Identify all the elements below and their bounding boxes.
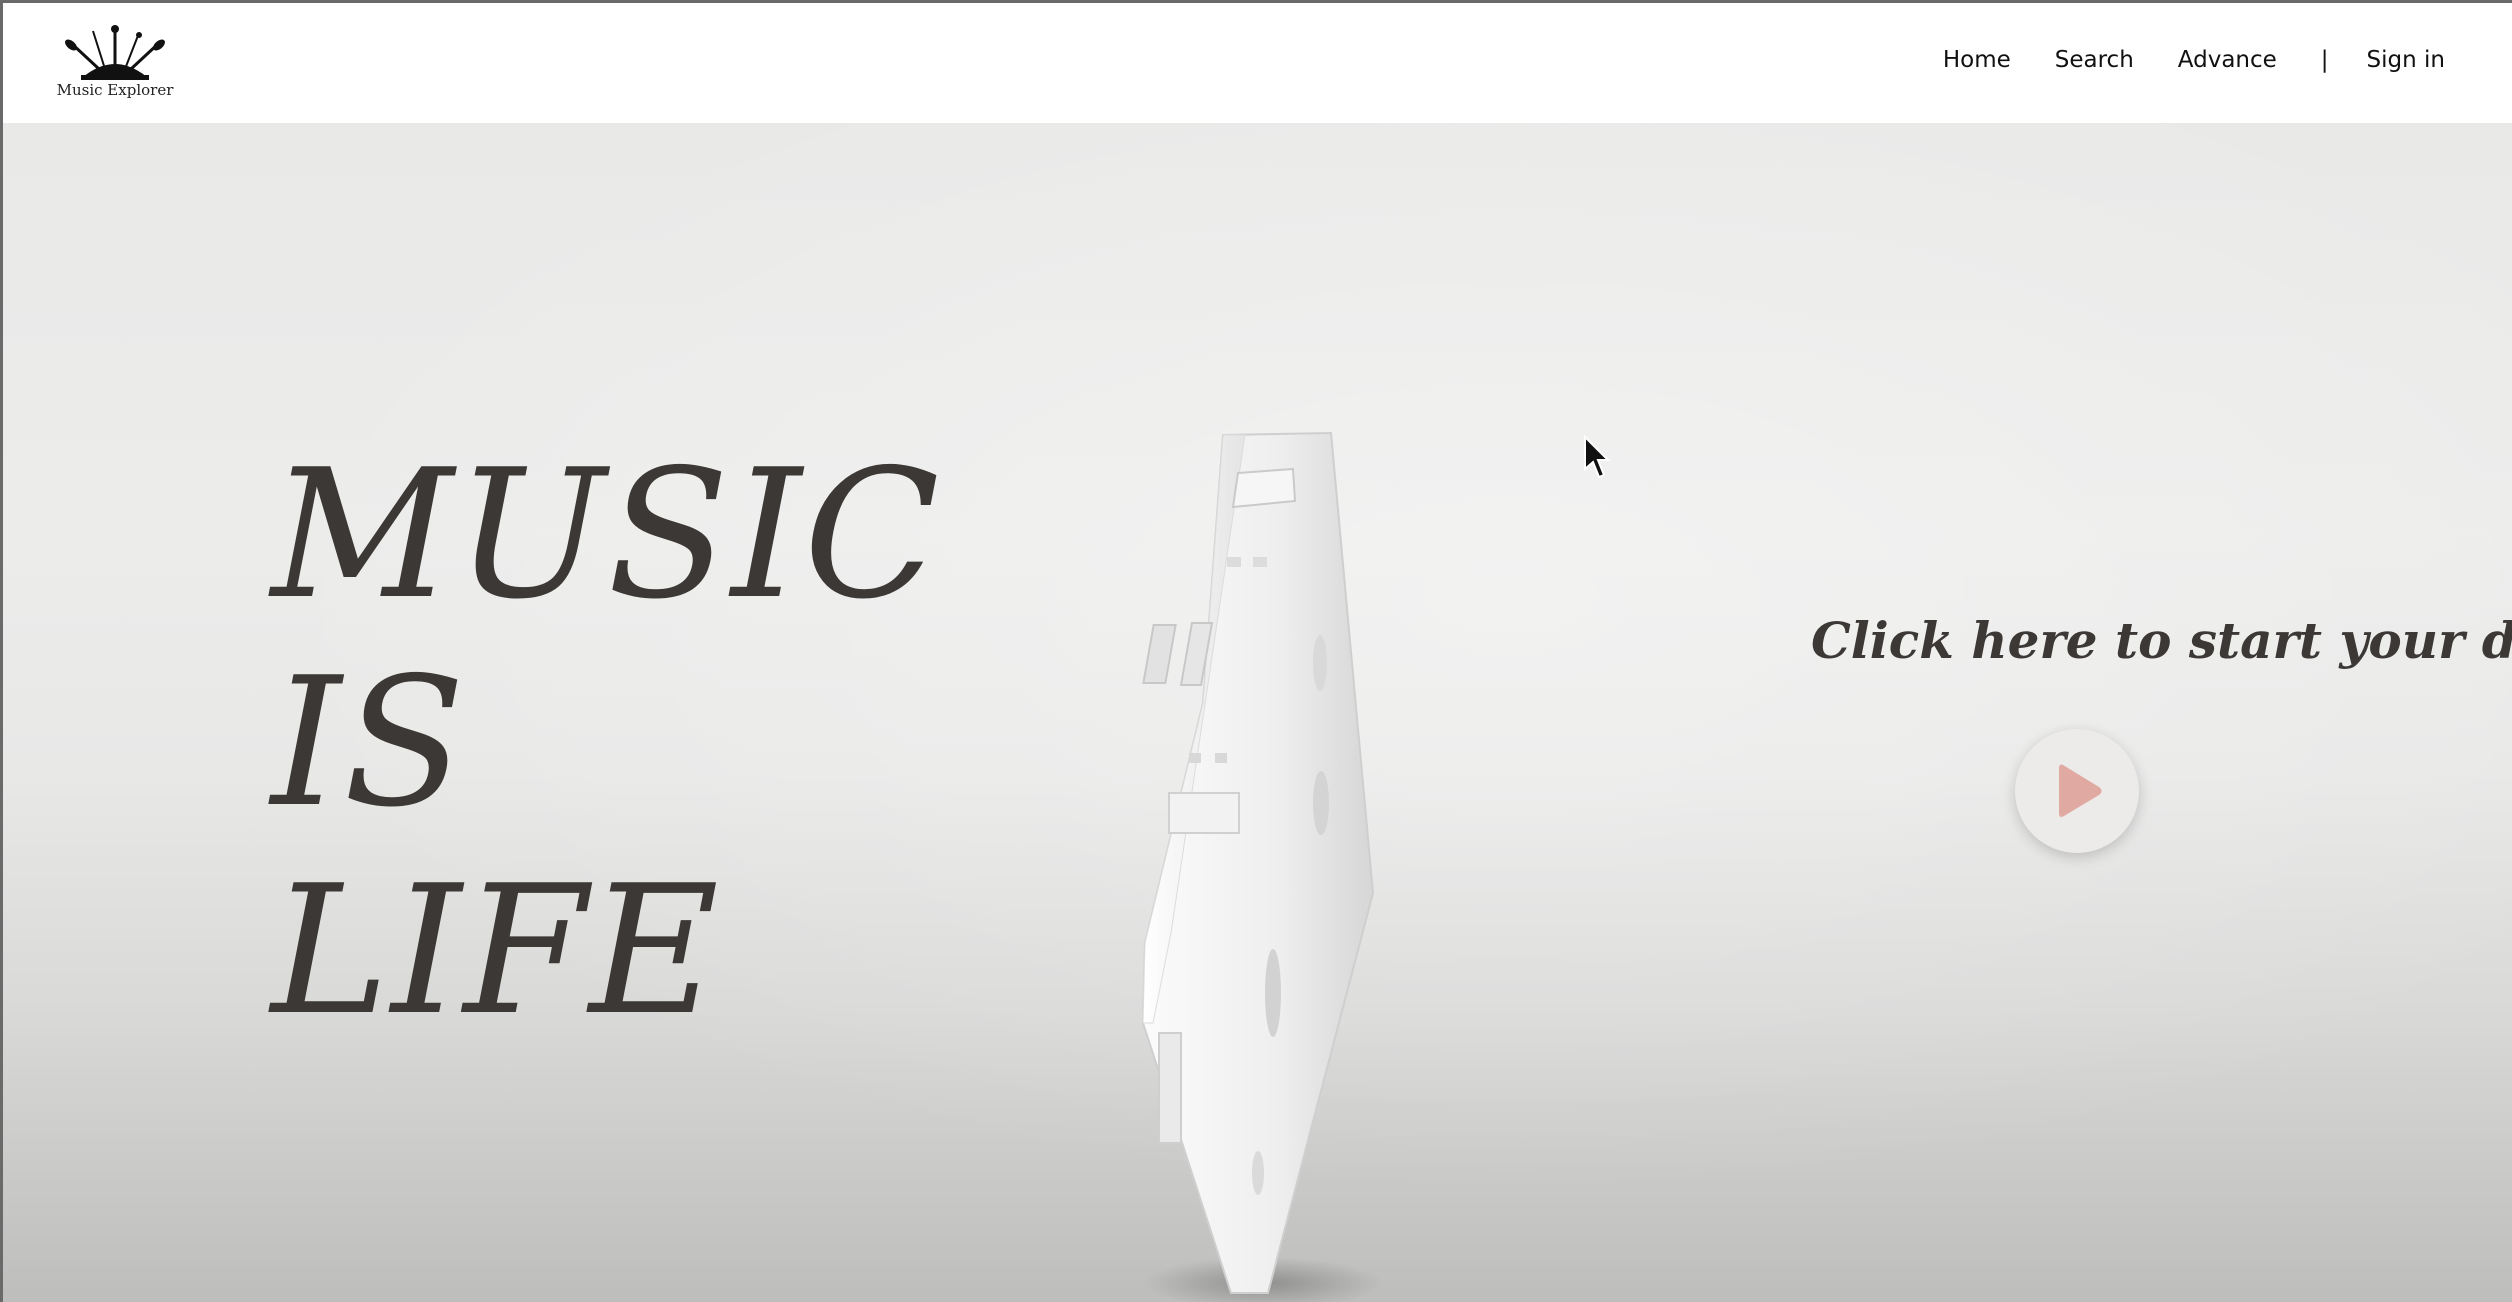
play-icon [2059,764,2102,817]
main-nav: Home Search Advance | Sign in [1943,47,2445,73]
hero-title-line-2: IS [271,639,468,846]
start-your-day-link[interactable]: Click here to start your day [1811,611,2512,670]
play-button[interactable] [2015,729,2139,853]
hero-title-line-3: LIFE [271,847,721,1054]
nav-search-link[interactable]: Search [2055,47,2134,73]
nav-separator: | [2320,47,2329,73]
cassette-tape-image [1141,431,1383,1302]
nav-home-link[interactable]: Home [1943,47,2011,73]
nav-advance-link[interactable]: Advance [2178,47,2277,73]
sign-in-link[interactable]: Sign in [2367,47,2445,73]
brand-name: Music Explorer [56,81,174,99]
hero-title: MUSIC IS LIFE [271,431,942,1055]
site-header: Music Explorer Home Search Advance | Sig… [3,3,2512,123]
hero-title-line-1: MUSIC [271,431,942,638]
crown-instruments-logo-icon [65,25,165,80]
mouse-cursor-icon [1584,435,1611,479]
hero-section: MUSIC IS LIFE Click here to start your d… [3,123,2512,1302]
browser-viewport: Music Explorer Home Search Advance | Sig… [0,0,2512,1302]
brand-logo[interactable]: Music Explorer [55,21,175,107]
